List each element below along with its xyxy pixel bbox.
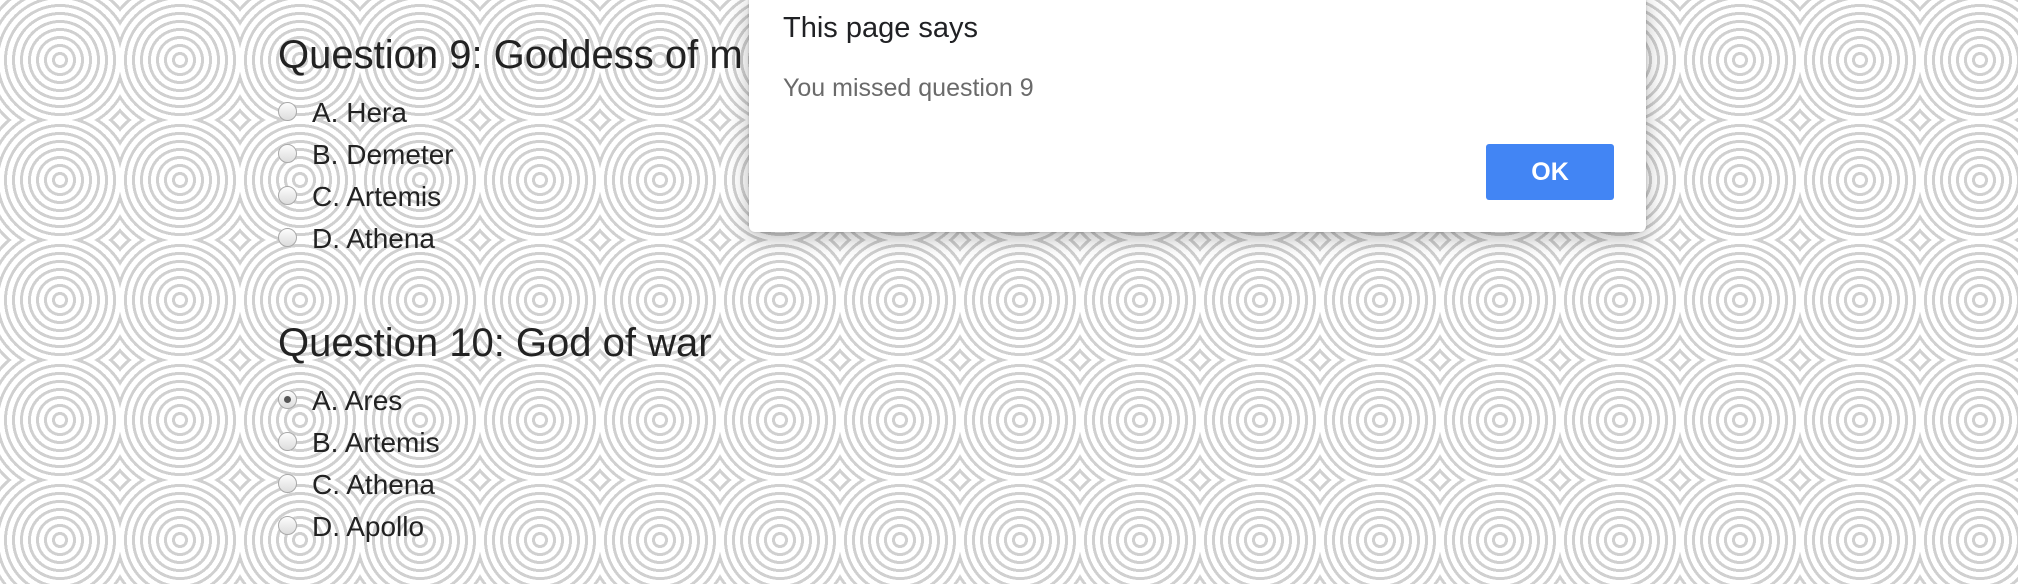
radio-button[interactable] — [278, 431, 297, 451]
question-10: Question 10: God of war A. Ares B. Artem… — [278, 314, 1178, 548]
option-label: A. Ares — [312, 385, 403, 416]
options-list: A. Ares B. Artemis C. Athena D. Apollo — [278, 380, 1178, 548]
option-d[interactable]: D. Apollo — [278, 506, 1178, 548]
radio-button[interactable] — [278, 185, 297, 205]
radio-button[interactable] — [278, 101, 297, 121]
option-label: D. Athena — [312, 223, 435, 254]
option-label: C. Athena — [312, 469, 435, 500]
option-label: B. Artemis — [312, 427, 440, 458]
radio-button[interactable] — [278, 389, 297, 409]
option-label: C. Artemis — [312, 181, 442, 212]
option-b[interactable]: B. Artemis — [278, 422, 1178, 464]
option-label: A. Hera — [312, 97, 407, 128]
alert-dialog: This page says You missed question 9 OK — [749, 0, 1646, 232]
radio-button[interactable] — [278, 143, 297, 163]
option-a[interactable]: A. Ares — [278, 380, 1178, 422]
option-label: B. Demeter — [312, 139, 454, 170]
dialog-title: This page says — [783, 12, 979, 44]
radio-button[interactable] — [278, 227, 297, 247]
option-c[interactable]: C. Athena — [278, 464, 1178, 506]
option-label: D. Apollo — [312, 511, 425, 542]
dialog-message: You missed question 9 — [783, 74, 1034, 102]
ok-button[interactable]: OK — [1486, 144, 1614, 200]
question-title: Question 10: God of war — [278, 321, 712, 365]
radio-button[interactable] — [278, 515, 297, 535]
radio-button[interactable] — [278, 473, 297, 493]
